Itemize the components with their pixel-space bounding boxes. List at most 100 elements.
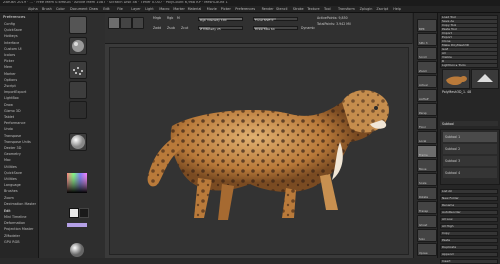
left-palette-item[interactable]: Brushes [4,189,18,193]
menu-item[interactable]: Stencil [276,7,287,11]
palette-title[interactable]: Preferences [3,14,25,19]
subtool-action-button[interactable]: All High [440,224,498,229]
right-shelf-button[interactable]: Transp [417,201,437,214]
standard-brush-icon[interactable] [69,37,87,55]
subtool-item[interactable]: Subtool 3 [443,156,497,166]
menu-item[interactable]: Material [188,7,202,11]
subtool-item[interactable]: Subtool 4 [443,168,497,178]
menu-item[interactable]: Alpha [28,7,38,11]
left-palette-item[interactable]: Transpose Units [4,140,31,144]
left-palette-item[interactable]: Hotkeys [4,34,18,38]
subtool-action-button[interactable]: Append [440,252,498,257]
m-button[interactable]: M [177,16,180,20]
subtool-action-button[interactable]: Paste [440,238,498,243]
menu-item[interactable]: Document [70,7,88,11]
left-palette-item[interactable]: Picker [4,59,14,63]
move-button[interactable] [132,17,144,29]
left-palette-item[interactable]: QuickSave [4,28,22,32]
left-palette-section[interactable]: Edit [4,209,11,213]
right-shelf-button[interactable]: Solo [417,229,437,242]
zadd-button[interactable]: Zadd [153,26,161,30]
left-palette-item[interactable]: Zscript [4,84,16,88]
rgb-intensity-slider[interactable]: Rgb Intensity 100 [198,17,243,22]
left-palette-item[interactable]: Deformation [4,221,25,225]
left-palette-item[interactable]: Utilities [4,165,17,169]
left-palette-item[interactable]: Interface [4,41,19,45]
tool-thumbnail-polymesh[interactable] [471,69,499,89]
zsub-button[interactable]: Zsub [167,26,175,30]
left-palette-item[interactable]: ZModeler [4,234,20,238]
edit-button[interactable] [108,17,120,29]
left-palette-item[interactable]: Dexter 3D [4,146,21,150]
left-palette-item[interactable]: Draw [4,103,13,107]
right-shelf-button[interactable]: Local [417,131,437,144]
right-shelf-button[interactable]: Persp [417,103,437,116]
subtool-item[interactable]: Subtool 2 [443,144,497,154]
right-shelf-button[interactable]: Rotate [417,187,437,200]
subtool-action-button[interactable]: Copy [440,231,498,236]
left-palette-item[interactable]: ImportExport [4,90,26,94]
left-palette-item[interactable]: Gizmo 3D [4,109,21,113]
menu-item[interactable]: Tool [324,7,331,11]
tool-thumbnail-leopard[interactable] [442,69,470,89]
main-color-swatch[interactable] [69,208,79,218]
left-palette-item[interactable]: Language [4,183,21,187]
menu-item[interactable]: Draw [89,7,98,11]
menu-item[interactable]: Marker [173,7,185,11]
left-palette-item[interactable]: Icolors [4,53,15,57]
left-palette-item[interactable]: Decimation Master [4,202,36,206]
subtool-action-button[interactable]: New Folder [440,196,498,201]
subtool-header[interactable]: Subtool [440,121,498,126]
left-palette-item[interactable]: Mini Timeline [4,215,26,219]
left-palette-item[interactable]: Config [4,22,15,26]
left-palette-item[interactable]: Options [4,78,17,82]
right-shelf-button[interactable]: BPR [417,19,437,32]
subtool-action-button[interactable]: Insert [440,259,498,264]
stroke-dots-icon[interactable] [69,61,87,79]
left-palette-item[interactable]: Geometry [4,152,21,156]
left-palette-item[interactable]: Zoom [4,196,14,200]
right-palette-item[interactable]: Lightbox ▸ Tools [440,63,498,68]
material-icon[interactable] [69,133,87,151]
dynamic-button[interactable]: Dynamic [301,26,315,30]
menu-item[interactable]: Edit [103,7,110,11]
focal-shift-slider[interactable]: Focal Shift 0 [253,17,298,22]
right-shelf-button[interactable]: Scale [417,173,437,186]
secondary-color-swatch[interactable] [79,208,89,218]
draw-size-slider[interactable]: Draw Size 64 [253,26,298,31]
brush-move-icon[interactable] [69,16,87,34]
left-palette-item[interactable]: LightBox [4,96,19,100]
left-palette-item[interactable]: Tablet [4,115,14,119]
right-shelf-button[interactable]: Zoom [417,61,437,74]
menu-item[interactable]: Movie [207,7,217,11]
right-shelf-button[interactable]: Ghost [417,215,437,228]
right-shelf-button[interactable]: AAHalf [417,89,437,102]
menu-item[interactable]: Render [262,7,274,11]
subtool-action-button[interactable]: All Low [440,217,498,222]
document-area[interactable] [109,47,409,255]
subtool-action-button[interactable]: AutoReorder [440,210,498,215]
right-shelf-button[interactable]: Move [417,159,437,172]
subtool-action-button[interactable]: Duplicate [440,245,498,250]
menu-item[interactable]: Zscript [376,7,388,11]
left-palette-item[interactable]: Custom UI [4,47,22,51]
menu-item[interactable]: Texture [307,7,319,11]
right-shelf-button[interactable]: Actual [417,75,437,88]
right-shelf-button[interactable]: Scroll [417,47,437,60]
z-intensity-slider[interactable]: Z Intensity 25 [198,26,243,31]
left-palette-item[interactable]: QuickSave [4,171,22,175]
left-palette-item[interactable]: Mem [4,65,12,69]
right-shelf-button[interactable]: Frame [417,145,437,158]
left-palette-item[interactable]: Mac [4,158,11,162]
mrgb-button[interactable]: Mrgb [153,16,161,20]
menu-item[interactable]: File [117,7,123,11]
menu-item[interactable]: Zplugin [360,7,373,11]
material-sphere-icon[interactable] [69,241,85,257]
alpha-icon[interactable] [69,81,87,99]
menu-item[interactable]: Transform [338,7,355,11]
texture-icon[interactable] [69,101,87,119]
left-palette-item[interactable]: Undo [4,127,13,131]
right-shelf-button[interactable]: SPix 3 [417,33,437,46]
subtool-item[interactable]: Subtool 1 [443,132,497,142]
menu-item[interactable]: Picker [221,7,231,11]
